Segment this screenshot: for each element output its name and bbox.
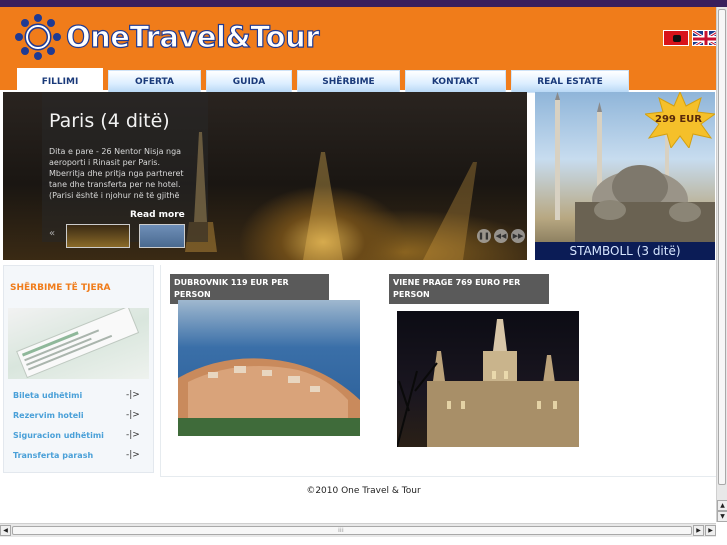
site-logo[interactable]: OneTravel&Tour bbox=[12, 11, 320, 63]
scroll-end-icon[interactable]: ▶ bbox=[705, 525, 716, 536]
vertical-scroll-thumb[interactable] bbox=[718, 9, 726, 485]
service-link-money-transfer[interactable]: Transferta parash bbox=[13, 451, 93, 460]
site-header: OneTravel&Tour FILLIMI OFERTA GUIDA SHËR… bbox=[0, 7, 718, 95]
slide-thumbnail[interactable] bbox=[139, 224, 185, 248]
vertical-scrollbar[interactable]: ▲ ▼ bbox=[716, 7, 727, 522]
union-jack-icon bbox=[693, 31, 717, 45]
slide-thumbnails: « bbox=[43, 224, 243, 250]
arrow-right-icon: -|> bbox=[126, 390, 140, 400]
istanbul-promo[interactable]: 299 EUR STAMBOLL (3 ditë) bbox=[535, 92, 715, 260]
scroll-grip-icon: ⁞⁞⁞ bbox=[338, 527, 344, 534]
offer-label-vienna-prague[interactable]: VIENE PRAGE 769 EURO PER PERSON bbox=[389, 274, 549, 304]
scroll-left-icon[interactable]: ◀ bbox=[0, 525, 11, 536]
slide-thumbnail[interactable] bbox=[66, 224, 130, 248]
services-title: SHËRBIME TË TJERA bbox=[10, 283, 111, 293]
service-link-insurance[interactable]: Siguracion udhëtimi bbox=[13, 431, 104, 440]
city-hall-icon bbox=[396, 319, 579, 448]
horizontal-scroll-thumb[interactable] bbox=[12, 526, 692, 535]
logo-text: OneTravel&Tour bbox=[65, 19, 320, 54]
featured-slider: Paris (4 ditë) Dita e pare - 26 Nentor N… bbox=[3, 92, 527, 260]
pause-button[interactable]: ❚❚ bbox=[477, 229, 491, 243]
service-link-tickets[interactable]: Bileta udhëtimi bbox=[13, 391, 82, 400]
other-services-panel: SHËRBIME TË TJERA Bileta udhëtimi -|> Re… bbox=[3, 265, 154, 473]
prev-slide-button[interactable]: ◀◀ bbox=[494, 229, 508, 243]
thumbs-prev-icon[interactable]: « bbox=[49, 228, 55, 239]
tab-fillimi[interactable]: FILLIMI bbox=[17, 68, 103, 95]
horizontal-scrollbar[interactable]: ◀ ⁞⁞⁞ ▶ ▶ bbox=[0, 523, 716, 537]
slide-title: Paris (4 ditë) bbox=[49, 110, 170, 132]
tab-kontakt[interactable]: KONTAKT bbox=[405, 70, 506, 93]
read-more-link[interactable]: Read more bbox=[130, 210, 185, 220]
arrow-right-icon: -|> bbox=[126, 450, 140, 460]
ticket-icon bbox=[16, 305, 140, 379]
dubrovnik-image[interactable] bbox=[178, 300, 360, 436]
scroll-up-icon[interactable]: ▲ bbox=[717, 500, 727, 511]
tab-sherbime[interactable]: SHËRBIME bbox=[297, 70, 400, 93]
flag-uk-icon[interactable] bbox=[692, 30, 718, 46]
tickets-image bbox=[8, 305, 149, 379]
scroll-down-icon[interactable]: ▼ bbox=[717, 511, 727, 522]
next-slide-button[interactable]: ▶▶ bbox=[511, 229, 525, 243]
old-town-icon bbox=[178, 358, 360, 436]
vienna-city-hall-image[interactable] bbox=[396, 311, 579, 448]
slide-description: Dita e pare - 26 Nentor Nisja nga aeropo… bbox=[49, 147, 184, 200]
flag-al-icon[interactable] bbox=[663, 30, 689, 46]
footer-copyright: ©2010 One Travel & Tour bbox=[306, 486, 421, 496]
tab-real-estate[interactable]: REAL ESTATE bbox=[511, 70, 629, 93]
scroll-right-icon[interactable]: ▶ bbox=[693, 525, 704, 536]
slide-caption: Paris (4 ditë) Dita e pare - 26 Nentor N… bbox=[42, 92, 208, 242]
arrow-right-icon: -|> bbox=[126, 410, 140, 420]
top-bar bbox=[0, 0, 727, 7]
arrow-right-icon: -|> bbox=[126, 430, 140, 440]
service-link-hotels[interactable]: Rezervim hoteli bbox=[13, 411, 84, 420]
tab-guida[interactable]: GUIDA bbox=[206, 70, 292, 93]
promo-caption[interactable]: STAMBOLL (3 ditë) bbox=[535, 242, 715, 260]
logo-sun-icon bbox=[15, 14, 61, 60]
tab-oferta[interactable]: OFERTA bbox=[108, 70, 201, 93]
offers-area: DUBROVNIK 119 EUR PER PERSON VIENE PRAGE… bbox=[160, 265, 716, 477]
promo-price: 299 EUR bbox=[655, 114, 703, 125]
